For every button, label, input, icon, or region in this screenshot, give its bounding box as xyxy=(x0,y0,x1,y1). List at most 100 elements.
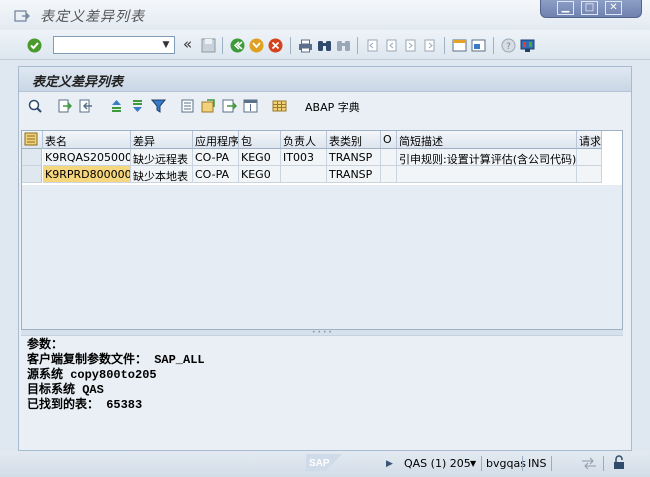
parameters-panel: 参数： 客户端复制参数文件： SAP_ALL 源系统 copy800to205 … xyxy=(21,335,623,435)
client-copy-profile-line: 客户端复制参数文件： SAP_ALL xyxy=(27,353,205,367)
column-header-table-class[interactable]: 表类别 xyxy=(327,131,381,149)
package-cell[interactable]: KEG0 xyxy=(239,166,281,183)
shortcut-icon[interactable] xyxy=(471,38,486,53)
window-controls: ▁ □ ✕ xyxy=(540,0,642,18)
system-dropdown-icon[interactable]: ▼ xyxy=(470,459,476,468)
first-page-icon[interactable] xyxy=(365,38,380,53)
chevron-down-icon[interactable]: ▼ xyxy=(159,37,173,53)
short-description-cell[interactable] xyxy=(397,166,577,183)
insert-mode[interactable]: INS xyxy=(528,457,546,470)
title-bar: 表定义差异列表 ▁ □ ✕ xyxy=(0,0,650,30)
select-all-icon xyxy=(24,132,38,146)
maximize-icon[interactable]: □ xyxy=(581,1,598,15)
play-icon[interactable]: ▶ xyxy=(386,459,393,469)
connection-icon xyxy=(582,457,596,470)
difference-cell[interactable]: 缺少本地表 xyxy=(131,166,193,183)
window-title: 表定义差异列表 xyxy=(40,9,145,25)
lock-icon[interactable] xyxy=(612,455,626,470)
status-separator xyxy=(603,456,604,471)
row-selector[interactable] xyxy=(22,166,42,183)
column-header-table-name[interactable]: 表名 xyxy=(43,131,131,149)
find-icon[interactable] xyxy=(317,38,332,53)
difference-cell[interactable]: 缺少远程表 xyxy=(131,149,193,166)
layout-change-icon[interactable] xyxy=(243,99,258,113)
table-name-cell[interactable]: K9RPRD8000006 xyxy=(43,166,131,183)
command-field[interactable]: ▼ xyxy=(53,36,175,54)
save-icon[interactable] xyxy=(201,38,216,53)
request-cell[interactable] xyxy=(577,149,602,166)
column-header-difference[interactable]: 差异 xyxy=(131,131,193,149)
grid-layout-icon[interactable] xyxy=(272,99,287,113)
application-cell[interactable]: CO-PA xyxy=(193,166,239,183)
minimize-icon[interactable]: ▁ xyxy=(557,1,574,15)
import-icon[interactable] xyxy=(78,99,93,113)
filter-icon[interactable] xyxy=(151,99,166,113)
o-cell[interactable] xyxy=(381,166,397,183)
transfer-icon[interactable] xyxy=(222,99,237,113)
column-header-package[interactable]: 包 xyxy=(239,131,281,149)
status-separator xyxy=(522,456,523,471)
column-header-o[interactable]: O xyxy=(381,131,397,149)
table-class-cell[interactable]: TRANSP xyxy=(327,149,381,166)
export-icon[interactable] xyxy=(57,99,72,113)
status-bar: SAP ▶ QAS (1) 205 ▼ bvgqas INS xyxy=(0,451,650,477)
next-page-icon[interactable] xyxy=(403,38,418,53)
print-icon[interactable] xyxy=(298,38,313,53)
system-info: QAS (1) 205 xyxy=(404,457,471,470)
screen-header: 表定义差异列表 xyxy=(19,67,631,92)
sort-descending-icon[interactable] xyxy=(130,99,145,113)
previous-page-icon[interactable] xyxy=(384,38,399,53)
select-all-cell[interactable] xyxy=(22,131,43,149)
screen-title: 表定义差异列表 xyxy=(32,75,124,90)
sap-logo-icon: SAP xyxy=(306,454,342,471)
toolbar-separator xyxy=(444,37,445,54)
system-toolbar: ▼ « ? xyxy=(0,30,650,60)
sort-ascending-icon[interactable] xyxy=(109,99,124,113)
svg-text:?: ? xyxy=(506,42,511,52)
toolbar-separator xyxy=(493,37,494,54)
difference-table: 表名 差异 应用程序 包 负责人 表类别 O 简短描述 请求 K9RQAS205… xyxy=(21,130,623,330)
layout-menu-icon[interactable] xyxy=(520,38,535,53)
table-name-cell[interactable]: K9RQAS2050006 xyxy=(43,149,131,166)
tables-found-line: 已找到的表： 65383 xyxy=(27,398,143,412)
column-header-owner[interactable]: 负责人 xyxy=(281,131,327,149)
close-icon[interactable]: ✕ xyxy=(605,1,622,15)
collapse-icon[interactable]: « xyxy=(183,35,192,53)
column-header-request[interactable]: 请求 xyxy=(577,131,602,149)
o-cell[interactable] xyxy=(381,149,397,166)
back-icon[interactable] xyxy=(230,38,245,53)
details-icon[interactable] xyxy=(28,99,43,113)
column-header-application[interactable]: 应用程序 xyxy=(193,131,239,149)
params-heading: 参数： xyxy=(27,338,64,352)
status-separator xyxy=(551,456,552,471)
column-header-short-description[interactable]: 简短描述 xyxy=(397,131,577,149)
owner-cell[interactable]: IT003 xyxy=(281,149,327,166)
app-menu-icon[interactable] xyxy=(14,10,30,22)
application-toolbar: ABAP 字典 xyxy=(19,92,631,120)
print-list-icon[interactable] xyxy=(180,99,195,113)
row-selector[interactable] xyxy=(22,149,42,166)
target-system-line: 目标系统 QAS xyxy=(27,383,104,397)
grid-empty-area xyxy=(22,185,622,329)
table-class-cell[interactable]: TRANSP xyxy=(327,166,381,183)
svg-text:SAP: SAP xyxy=(309,458,330,469)
exit-icon[interactable] xyxy=(249,38,264,53)
help-icon[interactable]: ? xyxy=(501,38,516,53)
request-cell[interactable] xyxy=(577,166,602,183)
create-session-icon[interactable] xyxy=(452,38,467,53)
application-cell[interactable]: CO-PA xyxy=(193,149,239,166)
package-cell[interactable]: KEG0 xyxy=(239,149,281,166)
find-next-icon[interactable] xyxy=(336,38,351,53)
last-page-icon[interactable] xyxy=(422,38,437,53)
source-system-line: 源系统 copy800to205 xyxy=(27,368,157,382)
cancel-icon[interactable] xyxy=(268,38,283,53)
status-separator xyxy=(481,456,482,471)
short-description-cell[interactable]: 引申规则:设置计算评估(含公司代码) xyxy=(397,149,577,166)
toolbar-separator xyxy=(357,37,358,54)
toolbar-separator xyxy=(290,37,291,54)
enter-icon[interactable] xyxy=(27,38,42,53)
spreadsheet-export-icon[interactable] xyxy=(201,99,216,113)
abap-dictionary-button[interactable]: ABAP 字典 xyxy=(305,99,360,115)
owner-cell[interactable] xyxy=(281,166,327,183)
main-panel: 表定义差异列表 ABAP 字典 表名 差异 应用程序 包 负责人 表类别 O 简… xyxy=(18,66,632,451)
